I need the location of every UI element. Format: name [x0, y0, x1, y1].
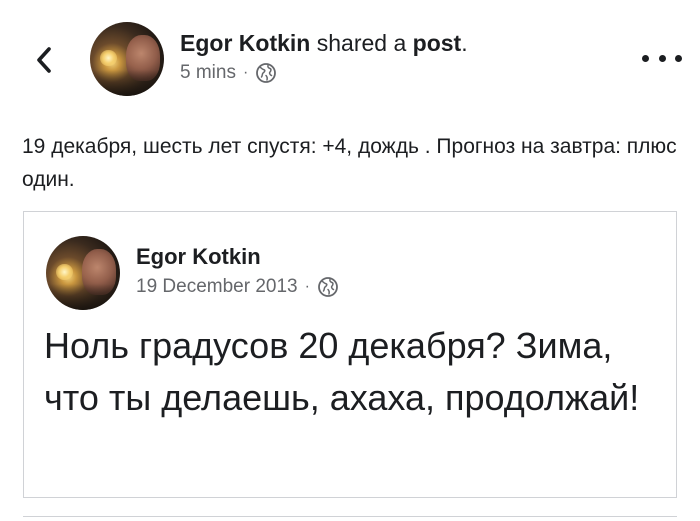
author-name-link[interactable]: Egor Kotkin	[180, 30, 310, 56]
post-header: Egor Kotkin shared a post.	[180, 30, 468, 57]
author-avatar[interactable]	[90, 22, 164, 96]
shared-author-avatar[interactable]	[46, 236, 120, 310]
chevron-left-icon	[37, 47, 51, 73]
post-text: 19 декабря, шесть лет спустя: +4, дождь …	[22, 135, 677, 191]
shared-post-text: Ноль градусов 20 декабря? Зима, что ты д…	[44, 325, 640, 418]
shared-post-date[interactable]: 19 December 2013	[136, 276, 298, 298]
post-timestamp[interactable]: 5 mins	[180, 62, 236, 84]
shared-post-meta: 19 December 2013 ·	[136, 276, 339, 298]
shared-post-card[interactable]: Egor Kotkin 19 December 2013 · Ноль град…	[23, 211, 677, 498]
shared-meta-separator: ·	[304, 278, 310, 295]
more-horizontal-icon	[675, 54, 682, 62]
globe-icon	[255, 62, 277, 84]
post-meta: 5 mins ·	[180, 62, 277, 84]
trailing-punct: .	[461, 30, 468, 56]
shared-object-link[interactable]: post	[413, 30, 462, 56]
more-horizontal-icon	[642, 54, 649, 62]
action-text: shared a	[310, 30, 413, 56]
more-horizontal-icon	[658, 54, 666, 62]
shared-author-name[interactable]: Egor Kotkin	[136, 244, 261, 270]
meta-separator: ·	[242, 64, 249, 81]
back-button[interactable]	[30, 40, 58, 80]
globe-icon	[317, 276, 339, 298]
more-options-button[interactable]	[642, 46, 682, 70]
divider	[23, 516, 677, 517]
